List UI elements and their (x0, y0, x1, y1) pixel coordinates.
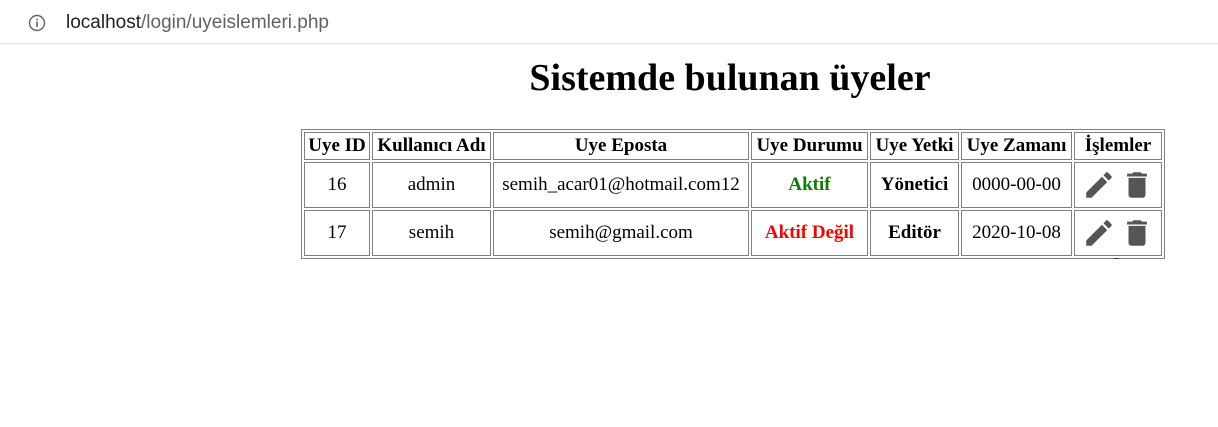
header-role: Uye Yetki (870, 132, 959, 160)
header-date: Uye Zamanı (961, 132, 1072, 160)
edit-button[interactable] (1082, 216, 1116, 250)
cell-id: 16 (304, 162, 370, 208)
cell-date: 0000-00-00 (961, 162, 1072, 208)
url-path: /login/uyeislemleri.php (141, 12, 329, 33)
url-host: localhost (66, 12, 141, 33)
header-id: Uye ID (304, 132, 370, 160)
delete-button[interactable] (1120, 215, 1154, 251)
cell-email: semih_acar01@hotmail.com12 (493, 162, 749, 208)
cell-status: Aktif Değil (751, 210, 868, 256)
url-field[interactable]: localhost/login/uyeislemleri.php (6, 3, 1218, 39)
table-row: 17 semih semih@gmail.com Aktif Değil Edi… (304, 210, 1162, 259)
cell-role: Yönetici (870, 162, 959, 208)
cell-role: Editör (870, 210, 959, 256)
page-title: Sistemde bulunan üyeler (529, 57, 931, 99)
edit-button[interactable] (1082, 168, 1116, 202)
header-username: Kullanıcı Adı (372, 132, 491, 160)
cell-actions (1074, 210, 1162, 259)
header-status: Uye Durumu (751, 132, 868, 160)
cell-username: admin (372, 162, 491, 208)
header-actions: İşlemler (1074, 132, 1162, 160)
url-text[interactable]: localhost/login/uyeislemleri.php (66, 12, 329, 34)
pencil-icon (1085, 220, 1112, 246)
table-row: 16 admin semih_acar01@hotmail.com12 Akti… (304, 162, 1162, 211)
info-icon[interactable] (28, 14, 46, 32)
trash-icon (1127, 220, 1148, 246)
cell-actions (1074, 162, 1162, 211)
trash-icon (1127, 172, 1148, 198)
browser-address-bar: localhost/login/uyeislemleri.php (0, 0, 1218, 44)
pencil-icon (1085, 172, 1112, 198)
page-content: Sistemde bulunan üyeler Uye ID Kullanıcı… (0, 44, 1218, 427)
delete-button[interactable] (1120, 167, 1154, 203)
cell-email: semih@gmail.com (493, 210, 749, 256)
members-table: Uye ID Kullanıcı Adı Uye Eposta Uye Duru… (301, 129, 1165, 259)
cell-status: Aktif (751, 162, 868, 208)
table-header-row: Uye ID Kullanıcı Adı Uye Eposta Uye Duru… (304, 132, 1162, 160)
cell-username: semih (372, 210, 491, 256)
cell-id: 17 (304, 210, 370, 256)
cell-date: 2020-10-08 (961, 210, 1072, 256)
link-underline[interactable] (1114, 258, 1119, 259)
header-email: Uye Eposta (493, 132, 749, 160)
